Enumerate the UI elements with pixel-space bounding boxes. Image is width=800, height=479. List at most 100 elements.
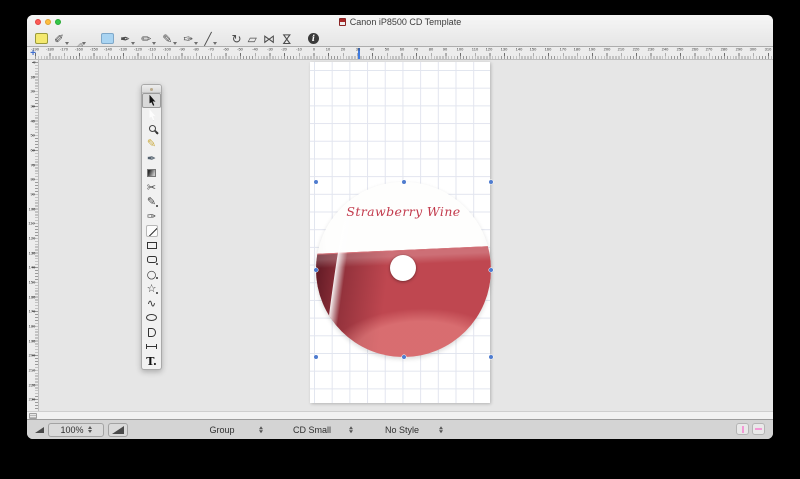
ruler-number: 230: [28, 397, 35, 402]
arrange-popup[interactable]: Group: [177, 420, 267, 439]
rotate-tool-icon: ↻: [232, 32, 242, 46]
pencil-tool[interactable]: ✎: [142, 195, 161, 210]
ruler-number: 300: [750, 47, 757, 52]
palette-close-icon[interactable]: [150, 88, 153, 91]
pen-hook-tool[interactable]: ✑: [183, 31, 198, 46]
step-up-icon: [349, 426, 353, 429]
palette-title-bar[interactable]: [142, 85, 161, 93]
rectangle-tool[interactable]: [142, 238, 161, 253]
popup-stepper-icon: [349, 426, 353, 434]
marker-tool[interactable]: ✎: [142, 137, 161, 152]
popup-stepper-icon: [439, 426, 443, 434]
ruler-number: 150: [28, 280, 35, 285]
zoom-level-field[interactable]: 100%: [48, 423, 104, 437]
flip-horizontal-tool[interactable]: ⋈: [263, 31, 275, 46]
star-tool[interactable]: ☆: [142, 282, 161, 297]
rounded-rectangle-tool[interactable]: [142, 253, 161, 268]
ruler-number: 170: [28, 309, 35, 314]
horizontal-rule-toggle-button[interactable]: [752, 423, 765, 435]
document-page[interactable]: Strawberry Wine: [310, 62, 490, 403]
cursor-arrow-icon: [148, 95, 156, 106]
zoom-out-icon[interactable]: [35, 427, 44, 433]
ruler-number: 80: [429, 47, 433, 52]
ruler-number: 10: [31, 74, 35, 79]
direct-selection-arrow-tool[interactable]: [142, 108, 161, 123]
ruler-number: 120: [486, 47, 493, 52]
dimension-tool[interactable]: [142, 340, 161, 355]
ruler-number: 110: [29, 221, 35, 226]
ruler-number: 90: [31, 192, 35, 197]
ruler-number: 290: [735, 47, 742, 52]
ruler-number: 210: [28, 368, 35, 373]
selection-arrow-tool[interactable]: [142, 93, 161, 108]
horizontal-scrollbar-track[interactable]: [27, 411, 773, 419]
flip-horizontal-tool-icon: ⋈: [263, 32, 275, 46]
step-down-icon: [349, 430, 353, 433]
canvas-area[interactable]: Strawberry Wine ✎✒✂✎✑○☆∿T.: [39, 60, 773, 411]
ruler-number: -110: [148, 47, 156, 52]
skew-tool[interactable]: ▱: [248, 31, 257, 46]
pen-lines-tool-icon: ✏: [141, 32, 151, 46]
rotate-tool[interactable]: ↻: [232, 31, 242, 46]
flip-vertical-tool[interactable]: ⋈: [281, 31, 293, 46]
info-button[interactable]: i: [308, 31, 319, 46]
selection-handle[interactable]: [402, 180, 406, 184]
cd-label-artwork[interactable]: Strawberry Wine: [316, 182, 491, 357]
selection-handle[interactable]: [314, 355, 318, 359]
selection-handle[interactable]: [489, 355, 493, 359]
selection-handle[interactable]: [314, 268, 318, 272]
corner-shape-tool[interactable]: [142, 325, 161, 340]
cd-title-text[interactable]: Strawberry Wine: [316, 204, 491, 219]
ruler-number: -30: [267, 47, 273, 52]
vertical-rule-toggle-button[interactable]: [736, 423, 749, 435]
title-bar[interactable]: Canon iP8500 CD Template: [27, 15, 773, 28]
airbrush-fill-tool[interactable]: ✐: [54, 31, 69, 46]
chevron-down-icon: [82, 42, 86, 45]
selection-handle[interactable]: [314, 180, 318, 184]
desktop-background: Canon iP8500 CD Template ✐✐✒✏✎✑╱↻▱⋈⋈i + …: [0, 0, 800, 479]
ruler-number: -100: [163, 47, 171, 52]
stroke-color-swatch[interactable]: [101, 33, 114, 44]
text-icon: T.: [146, 356, 157, 367]
zoom-tool[interactable]: [142, 122, 161, 137]
line-tool[interactable]: [142, 224, 161, 239]
pen-corner-tool[interactable]: ✒: [120, 31, 135, 46]
selection-handle[interactable]: [489, 268, 493, 272]
chevron-down-icon: [65, 42, 69, 45]
airbrush-stroke-tool[interactable]: ✐: [75, 31, 86, 46]
selection-handle[interactable]: [489, 180, 493, 184]
vertical-ruler[interactable]: 0102030405060708090100110120130140150160…: [27, 60, 39, 411]
ruler-number: 130: [28, 250, 35, 255]
text-tool[interactable]: T.: [142, 354, 161, 369]
ruler-number: 40: [370, 47, 374, 52]
brush-tool[interactable]: ╱: [204, 31, 216, 46]
scissors-tool[interactable]: ✂: [142, 180, 161, 195]
ink-bottle-tool[interactable]: ✑: [142, 209, 161, 224]
pen-dashed-tool-icon: ✎: [162, 32, 172, 46]
ruler-number: 230: [647, 47, 654, 52]
oval-tool[interactable]: [142, 311, 161, 326]
curve-tool[interactable]: ∿: [142, 296, 161, 311]
ruler-number: 20: [341, 47, 345, 52]
fill-color-swatch[interactable]: [35, 33, 48, 44]
ruler-number: 0: [312, 47, 314, 52]
circle-tool[interactable]: ○: [142, 267, 161, 282]
ruler-number: -190: [31, 47, 39, 52]
scissors-icon: ✂: [147, 182, 156, 193]
ruler-number: 190: [28, 338, 35, 343]
tool-palette[interactable]: ✎✒✂✎✑○☆∿T.: [141, 84, 162, 370]
ruler-number: 160: [545, 47, 552, 52]
selection-handle[interactable]: [402, 355, 406, 359]
ruler-number: -140: [104, 47, 112, 52]
pen-lines-tool[interactable]: ✏: [141, 31, 156, 46]
horizontal-ruler[interactable]: + -190-180-170-160-150-140-130-120-110-1…: [27, 47, 773, 60]
page-size-popup[interactable]: CD Small: [267, 420, 357, 439]
zoom-in-button[interactable]: [108, 423, 128, 437]
pen-dashed-tool[interactable]: ✎: [162, 31, 177, 46]
ruler-number: -10: [296, 47, 302, 52]
style-popup[interactable]: No Style: [357, 420, 447, 439]
gradient-tool[interactable]: [142, 166, 161, 181]
zoom-stepper[interactable]: [88, 426, 92, 434]
line-icon: [146, 225, 158, 237]
eyedropper-tool[interactable]: ✒: [142, 151, 161, 166]
